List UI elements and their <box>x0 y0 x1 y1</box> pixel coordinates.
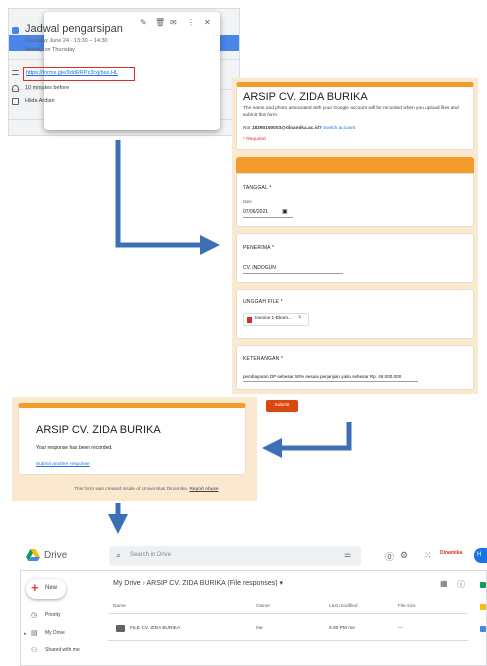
question-card-date <box>236 173 474 227</box>
form-link[interactable]: https://forms.gle/9ddRRPz3rxj/bas.HL <box>26 70 118 76</box>
keep-side-icon[interactable] <box>480 604 486 610</box>
input-underline <box>243 381 418 382</box>
section-header <box>236 157 474 173</box>
organization-logo: Dinamika <box>440 550 463 556</box>
receiver-input[interactable]: CV. INDOGUN <box>243 265 276 271</box>
nav-item-my-drive[interactable]: My Drive <box>45 630 65 636</box>
drive-app-name: Drive <box>44 550 68 561</box>
email-icon[interactable]: ✉ <box>170 18 177 27</box>
breadcrumb-root[interactable]: My Drive <box>113 580 141 587</box>
form-description: The name and photo associated with your … <box>243 106 459 118</box>
response-footer: This form was created inside of Universi… <box>74 487 219 492</box>
uploaded-file-name: Invoice 1-Ekom... <box>255 316 293 321</box>
apps-grid-icon[interactable]: ⁙ <box>424 550 432 561</box>
column-header-modified: Last modified <box>329 604 358 609</box>
avatar[interactable]: H <box>474 548 487 563</box>
table-row-owner: me <box>256 626 263 631</box>
table-row-name[interactable]: FILE CV. ZIDA BURIKA <box>130 626 180 631</box>
event-recurrence: Weekly on Thursday <box>25 47 75 53</box>
grid-view-icon[interactable]: ▦ <box>440 579 448 588</box>
event-title: Jadwal pengarsipan <box>25 23 123 35</box>
question-label-date: TANGGAL * <box>243 185 272 191</box>
arrow-calendar-to-form <box>115 140 220 255</box>
question-card-receiver <box>236 233 474 283</box>
date-input[interactable]: 07/06/2021 <box>243 209 268 215</box>
account-prefix: Not <box>243 126 251 131</box>
chevron-down-icon[interactable]: ▾ <box>280 580 284 587</box>
close-icon[interactable]: ✕ <box>204 18 211 27</box>
switch-account-link[interactable]: Switch account <box>323 126 355 131</box>
question-sublabel-date: Date <box>243 199 252 204</box>
question-card-notes <box>236 345 474 390</box>
response-message: Your response has been recorded. <box>36 445 113 451</box>
info-icon[interactable]: ⓘ <box>457 579 465 590</box>
nav-item-shared[interactable]: Shared with me <box>45 647 80 653</box>
submit-button[interactable]: Submit <box>266 400 298 412</box>
column-header-owner: Owner <box>256 604 271 609</box>
breadcrumb: My Drive › ARSIP CV. ZIDA BURIKA (File r… <box>113 579 283 587</box>
bell-icon <box>12 85 19 92</box>
breadcrumb-folder[interactable]: ARSIP CV. ZIDA BURIKA (File responses) <box>146 580 277 587</box>
arrow-form-to-response <box>262 422 352 458</box>
drive-logo-icon <box>26 549 40 561</box>
event-color-icon <box>12 27 19 34</box>
question-label-file: UNGGAH FILE * <box>243 299 283 305</box>
divider <box>108 613 468 614</box>
nav-item-priority[interactable]: Priority <box>45 612 61 618</box>
form-title: ARSIP CV. ZIDA BURIKA <box>243 91 368 103</box>
plus-icon: + <box>31 580 39 595</box>
expand-icon[interactable]: ▸ <box>24 631 27 637</box>
more-options-icon[interactable]: ⋮ <box>187 18 195 27</box>
edit-icon[interactable]: ✎ <box>140 18 147 27</box>
remove-file-icon[interactable]: × <box>298 315 302 321</box>
event-time: Thursday June 24 · 13:30 – 14:30 <box>25 38 108 44</box>
new-button-label: New <box>45 585 58 591</box>
my-drive-icon: ▤ <box>31 630 38 637</box>
search-icon[interactable]: ⌕ <box>116 550 121 561</box>
sheets-side-icon[interactable] <box>480 582 486 588</box>
input-underline <box>243 217 293 218</box>
divider <box>108 640 468 641</box>
form-account-line: Not 18390150003@dinamika.ac.id? Switch a… <box>243 126 355 131</box>
response-title: ARSIP CV. ZIDA BURIKA <box>36 424 161 436</box>
footer-text: This form was created inside of Universi… <box>74 487 189 492</box>
pdf-file-icon <box>247 317 252 323</box>
calendar-icon <box>12 98 19 105</box>
search-input[interactable]: Search in Drive <box>130 552 171 558</box>
report-abuse-link[interactable]: Report Abuse <box>189 487 218 492</box>
calendar-picker-icon[interactable]: ▣ <box>282 208 288 215</box>
input-underline <box>243 273 343 274</box>
tasks-side-icon[interactable] <box>480 626 486 632</box>
search-options-icon[interactable]: ⚌ <box>344 550 351 559</box>
folder-icon <box>116 625 125 632</box>
table-row-modified: 6:30 PM me <box>329 626 355 631</box>
shared-icon: ⚇ <box>31 647 38 654</box>
support-icon[interactable]: ⓪ <box>385 550 394 563</box>
account-email: 18390150003@dinamika.ac.id? <box>251 126 322 131</box>
submit-another-link[interactable]: Submit another response <box>36 462 90 467</box>
required-note: * Required <box>243 137 266 142</box>
event-owner: Hilda Ardiari <box>25 98 55 104</box>
delete-icon[interactable]: 🗑 <box>155 18 165 27</box>
settings-icon[interactable]: ⚙ <box>400 550 408 561</box>
priority-icon: ◷ <box>31 612 38 619</box>
notes-input[interactable]: pembayaran DP sebesar 50% sesuai perjanj… <box>243 374 401 379</box>
question-label-receiver: PENERIMA * <box>243 245 275 251</box>
table-row-size: — <box>398 626 403 631</box>
column-header-size: File size <box>398 604 416 609</box>
column-header-name[interactable]: Name <box>113 604 126 609</box>
question-label-notes: KETERANGAN * <box>243 356 284 362</box>
description-icon <box>12 70 19 75</box>
event-reminder: 10 minutes before <box>25 85 70 91</box>
